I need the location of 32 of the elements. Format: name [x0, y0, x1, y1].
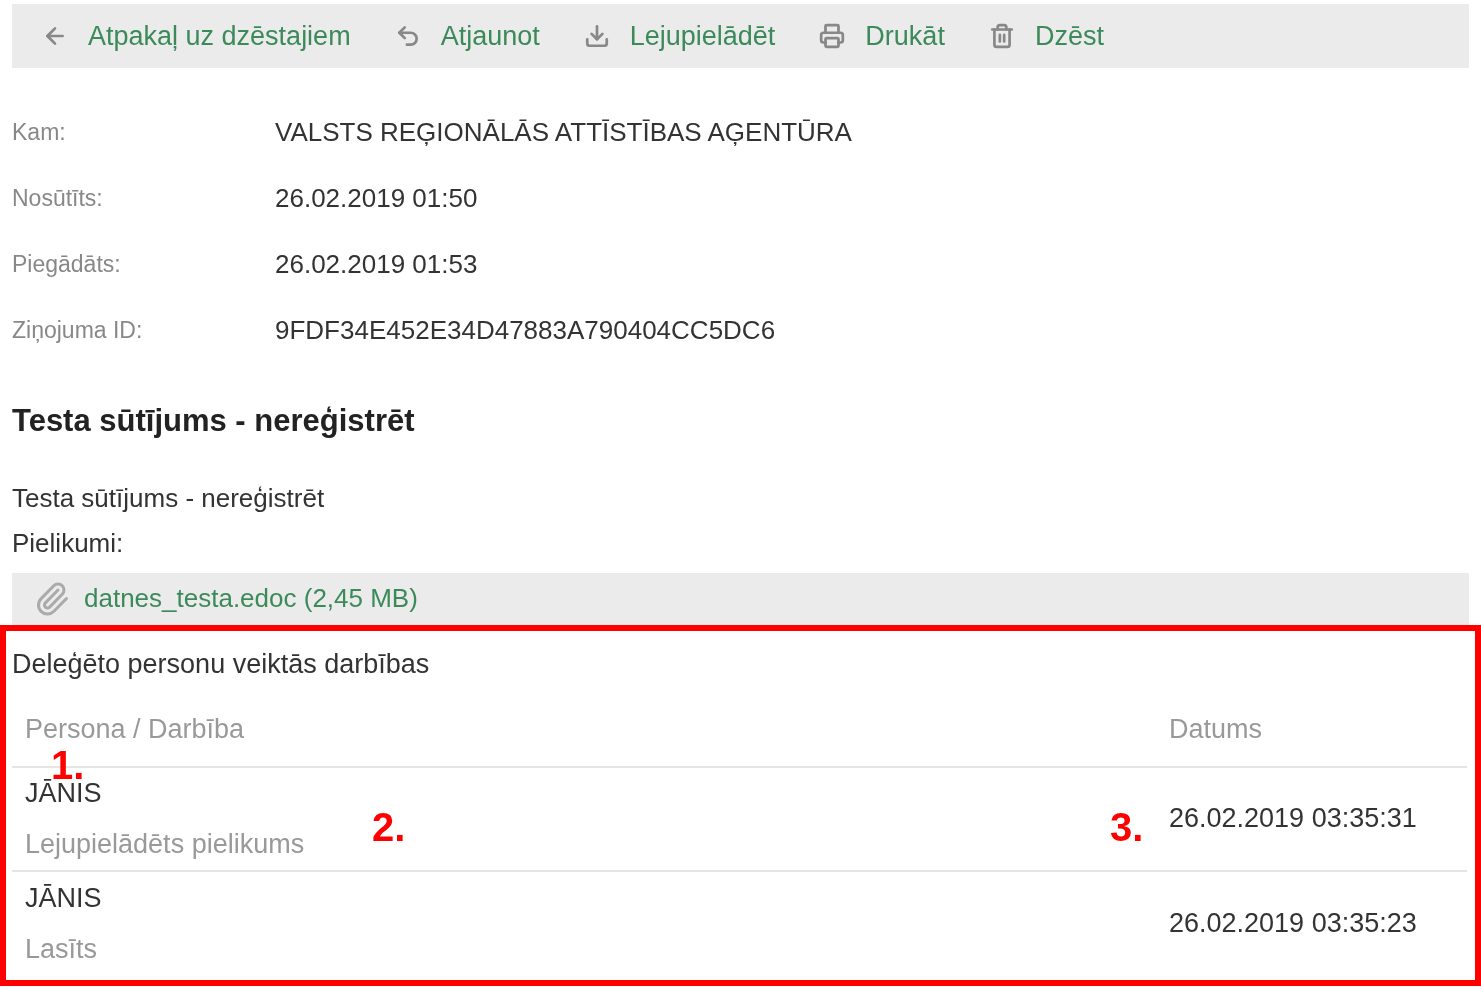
- trash-icon: [988, 23, 1015, 49]
- person-name: JĀNIS: [25, 882, 102, 915]
- person-name: JĀNIS: [25, 778, 102, 810]
- message-body: Testa sūtījums - nereģistrēt: [11, 481, 326, 515]
- field-label: Nosūtīts:: [12, 183, 104, 213]
- field-label: Piegādāts:: [12, 249, 122, 279]
- printer-icon: [819, 23, 846, 49]
- toolbar-button[interactable]: Drukāt: [819, 15, 945, 57]
- toolbar-button[interactable]: Atjaunot: [394, 15, 540, 57]
- toolbar-button[interactable]: Dzēst: [988, 15, 1104, 57]
- toolbar-button[interactable]: Atpakaļ uz dzēstajiem: [42, 15, 351, 57]
- field-value: 26.02.2019 01:53: [275, 247, 478, 281]
- toolbar-button[interactable]: Lejupielādēt: [583, 15, 776, 57]
- field-label: Ziņojuma ID:: [12, 315, 144, 345]
- field-label: Kam:: [12, 117, 67, 147]
- paperclip-icon: [34, 580, 70, 617]
- message-subject: Testa sūtījums - nereģistrēt: [11, 402, 416, 440]
- attachment-link[interactable]: datnes_testa.edoc (2,45 MB): [84, 579, 418, 618]
- annotation-number: 3.: [1110, 806, 1144, 847]
- column-header: Persona / Darbība: [25, 713, 245, 744]
- action-text: Lejupielādēts pielikums: [25, 827, 305, 861]
- download-icon: [583, 23, 610, 49]
- section-title: Deleģēto personu veiktās darbības: [12, 648, 431, 680]
- field-value: VALSTS REĢIONĀLĀS ATTĪSTĪBAS AĢENTŪRA: [275, 115, 852, 149]
- date-cell-text: 26.02.2019 03:35:23: [1169, 907, 1417, 941]
- field-value: 9FDF34E452E34D47883A790404CC5DC6: [275, 313, 776, 347]
- attachments-label: Pielikumi:: [11, 526, 125, 560]
- date-cell-text: 26.02.2019 03:35:31: [1169, 802, 1417, 836]
- annotation-number: 2.: [372, 806, 406, 847]
- field-value: 26.02.2019 01:50: [275, 181, 478, 215]
- action-text: Lasīts: [25, 932, 98, 966]
- column-header: Datums: [1169, 715, 1263, 743]
